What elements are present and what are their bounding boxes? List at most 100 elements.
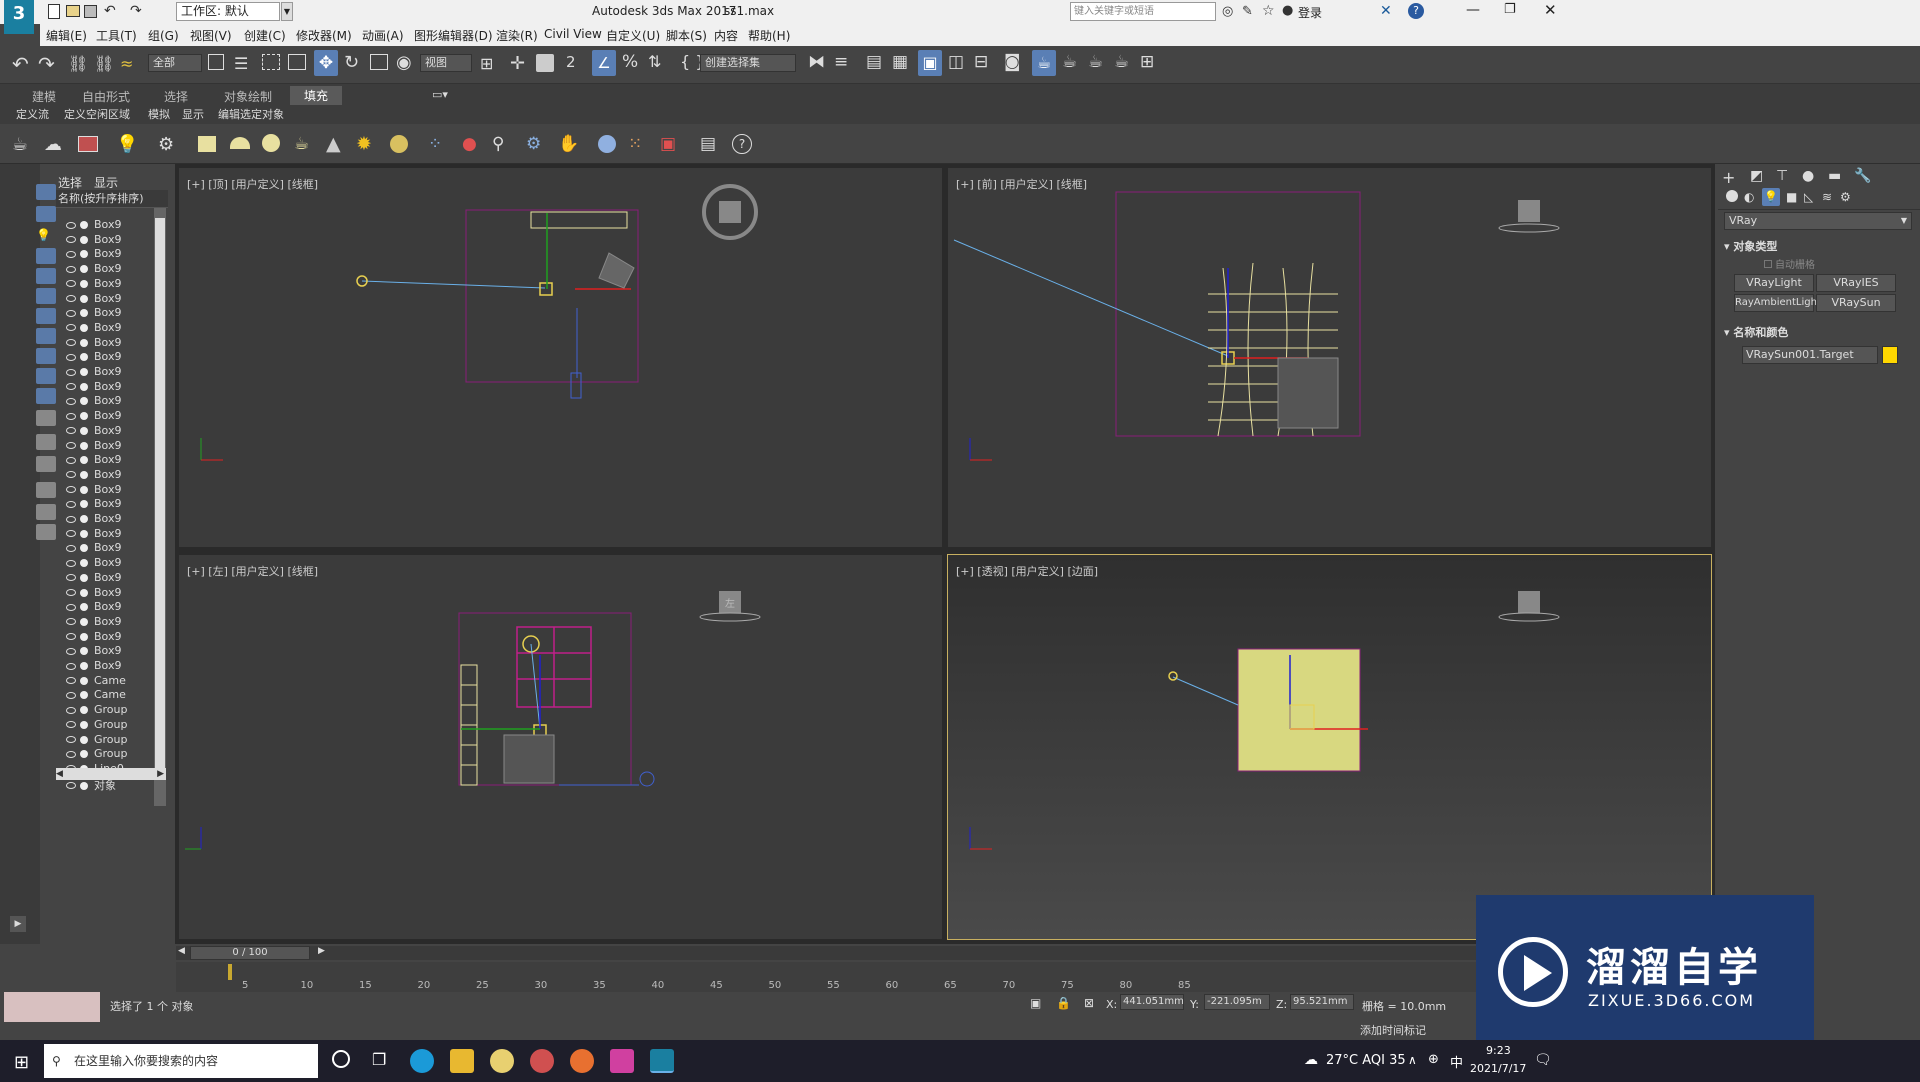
- freeze-icon[interactable]: [80, 529, 88, 538]
- 3dsmax-taskbar-icon[interactable]: [650, 1049, 674, 1073]
- ribbon-tab-selection[interactable]: 选择: [164, 88, 188, 105]
- freeze-icon[interactable]: [80, 559, 88, 568]
- filter-layer-icon[interactable]: [36, 524, 56, 540]
- menu-create[interactable]: 创建(C): [244, 27, 286, 44]
- curve-editor-icon[interactable]: ◫: [948, 52, 964, 72]
- app-icon-2[interactable]: [530, 1049, 554, 1073]
- scene-vscrollbar[interactable]: [154, 208, 166, 806]
- modify-tab-icon[interactable]: ◩: [1750, 168, 1763, 184]
- filter-geometry-icon[interactable]: [36, 184, 56, 200]
- freeze-icon[interactable]: [80, 382, 88, 391]
- percent-snap-icon[interactable]: %: [622, 52, 638, 72]
- freeze-icon[interactable]: [80, 250, 88, 259]
- login-button[interactable]: 登录: [1298, 4, 1322, 21]
- menu-help[interactable]: 帮助(H): [748, 27, 790, 44]
- sidebar-collapse-icon[interactable]: ▶: [10, 916, 26, 932]
- scene-tab-display[interactable]: 显示: [94, 174, 118, 191]
- visibility-icon[interactable]: [66, 265, 76, 273]
- spacewarps-category-icon[interactable]: ≋: [1822, 190, 1832, 204]
- freeze-icon[interactable]: [80, 338, 88, 347]
- visibility-icon[interactable]: [66, 633, 76, 641]
- snap-toggle-icon[interactable]: 2: [566, 53, 576, 71]
- menu-scripting[interactable]: 脚本(S): [666, 27, 707, 44]
- freeze-icon[interactable]: [80, 720, 88, 729]
- next-frame-button[interactable]: ▶: [318, 946, 325, 956]
- create-tab-icon[interactable]: +: [1722, 168, 1735, 187]
- motion-tab-icon[interactable]: ●: [1802, 168, 1814, 184]
- freeze-icon[interactable]: [80, 632, 88, 641]
- prev-frame-button[interactable]: ◀: [178, 946, 185, 956]
- filter-all-icon[interactable]: [36, 434, 56, 450]
- vraylight-button[interactable]: VRayLight: [1734, 274, 1814, 292]
- filter-hidden-icon[interactable]: [36, 410, 56, 426]
- pivot-center-icon[interactable]: ⊞: [480, 54, 493, 73]
- y-coordinate-field[interactable]: -221.095m: [1204, 994, 1270, 1010]
- menu-modifiers[interactable]: 修改器(M): [296, 27, 352, 44]
- filter-invert-icon[interactable]: [36, 482, 56, 498]
- light-icon[interactable]: 💡: [116, 134, 138, 155]
- scene-scroll-thumb[interactable]: [155, 218, 165, 778]
- open-file-icon[interactable]: [66, 5, 80, 17]
- visibility-icon[interactable]: [66, 706, 76, 714]
- freeze-icon[interactable]: [80, 617, 88, 626]
- multi-material-icon[interactable]: ⁙: [628, 134, 642, 154]
- a360-render-icon[interactable]: ⊞: [1140, 52, 1154, 72]
- ribbon-tab-modeling[interactable]: 建模: [32, 88, 56, 105]
- freeze-icon[interactable]: [80, 500, 88, 509]
- place-icon[interactable]: ◉: [396, 52, 412, 73]
- visibility-icon[interactable]: [66, 368, 76, 376]
- freeze-icon[interactable]: [80, 235, 88, 244]
- scene-column-header[interactable]: 名称(按升序排序): [56, 190, 168, 208]
- filter-lights-icon[interactable]: 💡: [36, 228, 56, 244]
- vraysun-button[interactable]: VRaySun: [1816, 294, 1896, 312]
- sun-icon[interactable]: ✹: [356, 133, 372, 155]
- systems-category-icon[interactable]: ⚙: [1840, 190, 1851, 204]
- visibility-icon[interactable]: [66, 309, 76, 317]
- gear-icon[interactable]: ⚙: [526, 134, 541, 154]
- lights-category-icon[interactable]: 💡: [1762, 188, 1780, 206]
- select-object-icon[interactable]: [208, 54, 224, 70]
- scene-tab-select[interactable]: 选择: [58, 174, 82, 191]
- link-icon[interactable]: ⛓: [68, 54, 88, 73]
- save-file-icon[interactable]: [84, 5, 97, 18]
- app-logo[interactable]: 3: [4, 0, 34, 34]
- visibility-icon[interactable]: [66, 280, 76, 288]
- close-button[interactable]: ✕: [1544, 1, 1557, 19]
- add-time-tag[interactable]: 添加时间标记: [1360, 1022, 1426, 1038]
- particle-icon[interactable]: ⁘: [428, 134, 442, 154]
- redo-icon[interactable]: ↷: [130, 3, 142, 19]
- z-coordinate-field[interactable]: 95.521mm: [1290, 994, 1354, 1010]
- vrayies-button[interactable]: VRayIES: [1816, 274, 1896, 292]
- camera-icon[interactable]: ⚙: [158, 134, 174, 155]
- ribbon-tab-populate[interactable]: 填充: [290, 86, 343, 105]
- visibility-icon[interactable]: [66, 782, 76, 790]
- angle-snap-icon[interactable]: ∠: [592, 50, 616, 76]
- render-setup-icon[interactable]: ☕: [1032, 50, 1056, 76]
- align-icon[interactable]: ≡: [834, 52, 848, 72]
- time-slider-thumb[interactable]: 0 / 100: [190, 946, 310, 960]
- object-name-field[interactable]: VRaySun001.Target: [1742, 346, 1878, 364]
- layer-manager-icon[interactable]: ▤: [866, 52, 882, 72]
- ribbon-subtab-edit-selected[interactable]: 编辑选定对象: [218, 106, 284, 122]
- visibility-icon[interactable]: [66, 574, 76, 582]
- help-icon[interactable]: ?: [732, 134, 752, 154]
- freeze-icon[interactable]: [80, 441, 88, 450]
- rendered-frame-window-icon[interactable]: ☕: [1062, 52, 1077, 72]
- spinner-snap-icon[interactable]: ⇅: [648, 52, 661, 71]
- menu-group[interactable]: 组(G): [148, 27, 179, 44]
- weather-text[interactable]: 27°C AQI 35: [1326, 1053, 1406, 1068]
- new-file-icon[interactable]: [48, 4, 60, 19]
- filter-shapes-icon[interactable]: [36, 206, 56, 222]
- cameras-category-icon[interactable]: ■: [1786, 190, 1797, 204]
- hair-icon[interactable]: ✋: [558, 134, 579, 154]
- visibility-icon[interactable]: [66, 647, 76, 655]
- selection-filter-dropdown[interactable]: 全部: [148, 54, 202, 72]
- visibility-icon[interactable]: [66, 589, 76, 596]
- visibility-icon[interactable]: [66, 324, 76, 332]
- freeze-icon[interactable]: [80, 294, 88, 303]
- visibility-icon[interactable]: [66, 383, 76, 391]
- visibility-icon[interactable]: [66, 221, 76, 229]
- favorites-icon[interactable]: ☆: [1262, 3, 1275, 19]
- cortana-icon[interactable]: [332, 1050, 350, 1068]
- selection-lock-icon[interactable]: 🔒: [1056, 996, 1071, 1010]
